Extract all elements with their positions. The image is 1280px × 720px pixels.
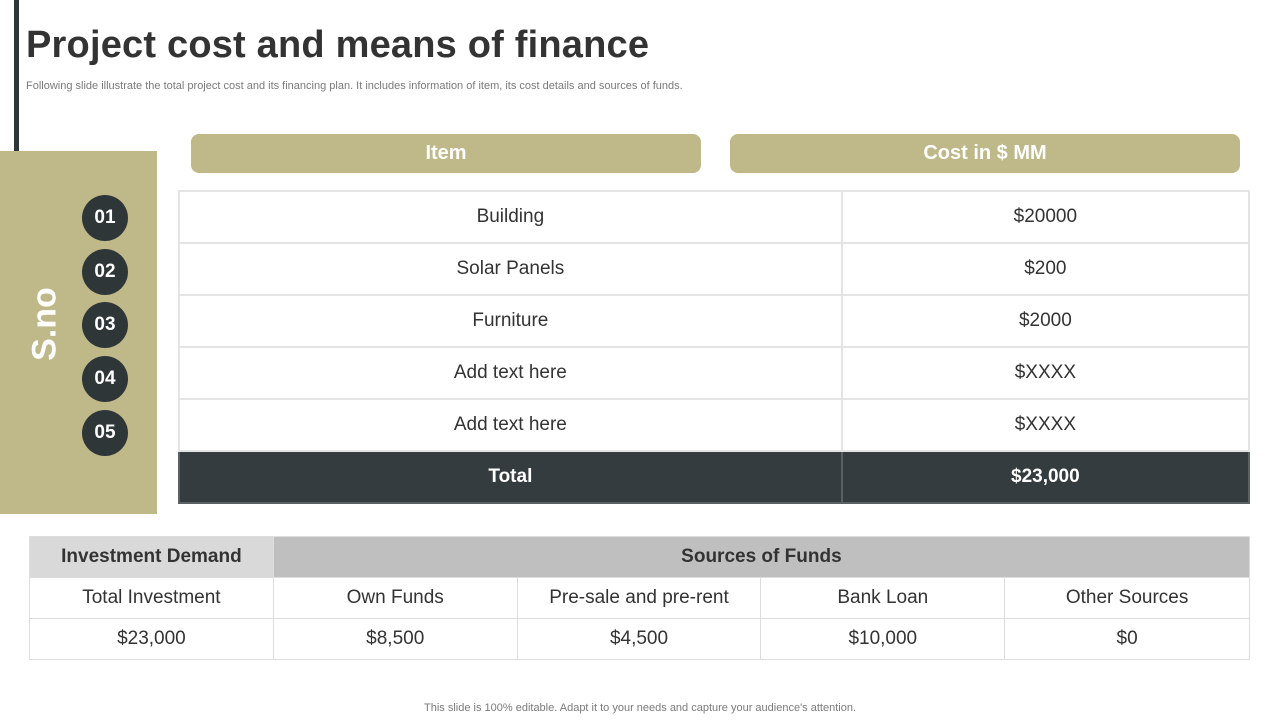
- item-cell: Building: [178, 190, 843, 244]
- sources-of-funds-header: Sources of Funds: [272, 536, 1251, 578]
- cost-cell: $XXXX: [840, 346, 1251, 400]
- cost-cell: $2000: [840, 294, 1251, 348]
- funds-header-row: Investment Demand Sources of Funds: [29, 536, 1251, 578]
- sno-side-panel: [0, 151, 157, 514]
- table-row: $23,000 $8,500 $4,500 $10,000 $0: [29, 618, 1250, 660]
- funds-value-cell: $8,500: [272, 618, 518, 660]
- page-title: Project cost and means of finance: [26, 24, 650, 66]
- funds-column-label: Pre-sale and pre-rent: [516, 577, 762, 619]
- cost-table: Building $20000 Solar Panels $200 Furnit…: [178, 190, 1251, 504]
- funds-value-cell: $0: [1004, 618, 1250, 660]
- funds-value-cell: $10,000: [760, 618, 1006, 660]
- table-row: Furniture $2000: [178, 294, 1251, 348]
- total-row: Total $23,000: [178, 450, 1251, 504]
- footer-note: This slide is 100% editable. Adapt it to…: [424, 702, 856, 714]
- row-number-badge: 02: [82, 249, 128, 295]
- funds-table: Investment Demand Sources of Funds Total…: [29, 536, 1251, 660]
- investment-demand-header: Investment Demand: [29, 536, 274, 578]
- funds-column-label: Total Investment: [29, 577, 274, 619]
- row-number-badge: 01: [82, 195, 128, 241]
- funds-column-label: Bank Loan: [760, 577, 1006, 619]
- cost-column-header: Cost in $ MM: [730, 134, 1240, 173]
- cost-cell: $200: [840, 242, 1251, 296]
- sno-label: S.no: [25, 287, 64, 361]
- row-number-badge: 03: [82, 302, 128, 348]
- funds-column-label: Own Funds: [272, 577, 518, 619]
- total-value: $23,000: [840, 450, 1251, 504]
- item-cell: Add text here: [178, 346, 843, 400]
- total-label: Total: [178, 450, 843, 504]
- item-column-header: Item: [191, 134, 701, 173]
- row-number-badge: 04: [82, 356, 128, 402]
- table-row: Building $20000: [178, 190, 1251, 244]
- funds-value-cell: $4,500: [516, 618, 762, 660]
- table-row: Add text here $XXXX: [178, 398, 1251, 452]
- item-cell: Add text here: [178, 398, 843, 452]
- table-row: Add text here $XXXX: [178, 346, 1251, 400]
- table-row: Solar Panels $200: [178, 242, 1251, 296]
- row-number-badge: 05: [82, 410, 128, 456]
- funds-column-label: Other Sources: [1004, 577, 1250, 619]
- page-subtitle: Following slide illustrate the total pro…: [26, 80, 683, 92]
- item-cell: Solar Panels: [178, 242, 843, 296]
- cost-cell: $XXXX: [840, 398, 1251, 452]
- item-cell: Furniture: [178, 294, 843, 348]
- funds-value-cell: $23,000: [29, 618, 274, 660]
- cost-cell: $20000: [840, 190, 1251, 244]
- table-row: Total Investment Own Funds Pre-sale and …: [29, 577, 1250, 619]
